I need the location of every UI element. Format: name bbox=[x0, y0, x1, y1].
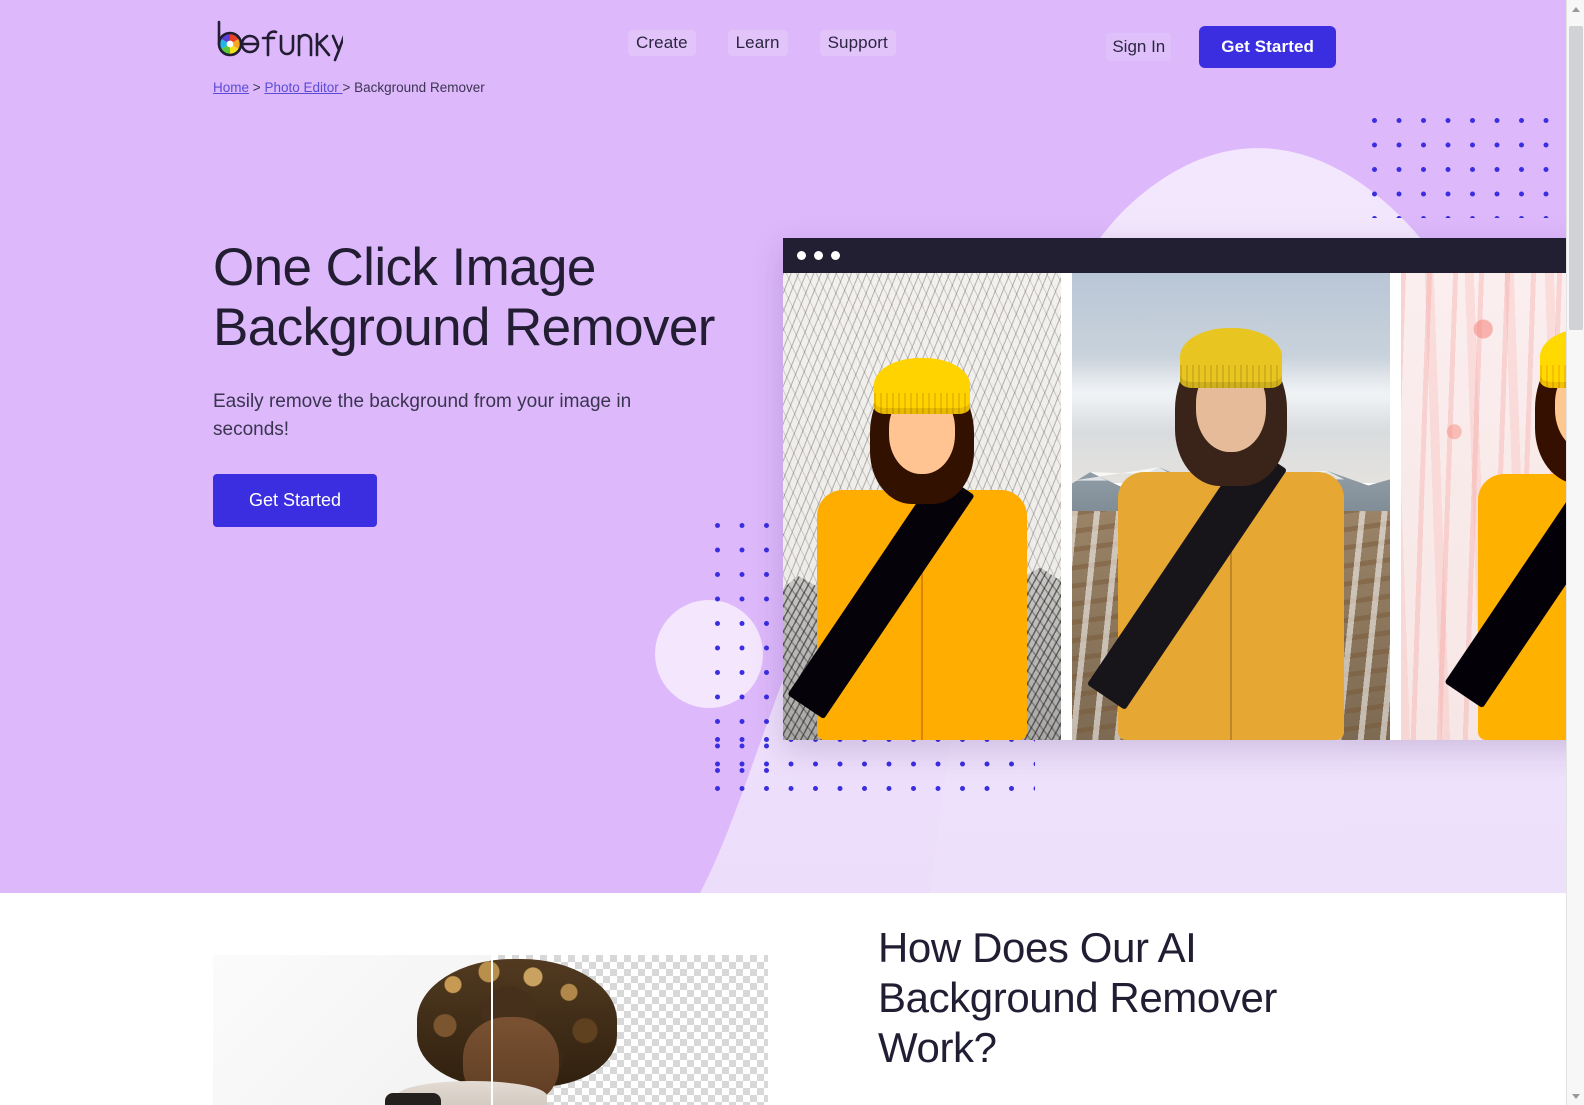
page-title: One Click Image Background Remover bbox=[213, 238, 715, 357]
browser-mockup bbox=[783, 238, 1566, 740]
sign-in-link[interactable]: Sign In bbox=[1106, 33, 1172, 61]
get-started-button-hero[interactable]: Get Started bbox=[213, 474, 378, 527]
hero-subtitle: Easily remove the background from your i… bbox=[213, 391, 632, 440]
nav-right-group: Sign In Get Started bbox=[1106, 26, 1336, 68]
breadcrumb-separator-1: > bbox=[252, 80, 261, 95]
scrollbar-thumb[interactable] bbox=[1569, 26, 1583, 330]
preview-image-pink[interactable] bbox=[1401, 273, 1566, 740]
decorative-dot-grid-top-right bbox=[1372, 118, 1566, 218]
breadcrumb-item-home[interactable]: Home bbox=[213, 80, 249, 95]
figure-woman-pink bbox=[1444, 320, 1566, 740]
comparison-divider[interactable] bbox=[490, 955, 493, 1105]
window-dot-icon-1 bbox=[797, 251, 806, 260]
vertical-scrollbar[interactable] bbox=[1566, 0, 1584, 1105]
figure-woman-sketch bbox=[787, 340, 1037, 740]
window-dot-icon-2 bbox=[814, 251, 823, 260]
nav-item-create[interactable]: Create bbox=[628, 30, 696, 56]
hero-section: Create Learn Support Sign In Get Started… bbox=[0, 0, 1566, 893]
scroll-up-button[interactable] bbox=[1567, 0, 1584, 18]
browser-title-bar bbox=[783, 238, 1566, 273]
get-started-button-header[interactable]: Get Started bbox=[1199, 26, 1336, 68]
breadcrumb-item-current: Background Remover bbox=[354, 80, 485, 95]
preview-image-sketch[interactable] bbox=[783, 273, 1061, 740]
dark-garment bbox=[385, 1093, 441, 1105]
figure-woman-original bbox=[1086, 320, 1356, 740]
decorative-dot-grid-bottom bbox=[715, 737, 1035, 799]
breadcrumb-separator-2: > bbox=[342, 80, 351, 95]
window-dot-icon-3 bbox=[831, 251, 840, 260]
nav-item-support[interactable]: Support bbox=[819, 30, 896, 56]
section-heading: How Does Our AI Background Remover Work? bbox=[878, 924, 1277, 1071]
preview-image-original[interactable] bbox=[1072, 273, 1390, 740]
breadcrumb-item-photo-editor[interactable]: Photo Editor bbox=[264, 80, 342, 95]
nav-item-learn[interactable]: Learn bbox=[727, 30, 788, 56]
before-after-comparison[interactable] bbox=[213, 955, 768, 1105]
browser-content bbox=[783, 273, 1566, 740]
chevron-up-icon bbox=[1572, 6, 1580, 12]
how-it-works-section: How Does Our AI Background Remover Work? bbox=[0, 893, 1566, 1105]
scroll-down-button[interactable] bbox=[1567, 1087, 1584, 1105]
befunky-logo[interactable] bbox=[213, 17, 343, 63]
page-viewport: Create Learn Support Sign In Get Started… bbox=[0, 0, 1566, 1105]
main-nav-links: Create Learn Support bbox=[628, 30, 896, 56]
hero-cta-wrap: Get Started bbox=[213, 474, 733, 527]
top-navigation-bar: Create Learn Support Sign In Get Started bbox=[0, 0, 1566, 88]
breadcrumb: Home > Photo Editor > Background Remover bbox=[213, 80, 485, 95]
chevron-down-icon bbox=[1572, 1093, 1580, 1099]
hero-copy-block: One Click Image Background Remover Easil… bbox=[213, 238, 733, 527]
person-curly-hair bbox=[385, 955, 649, 1105]
page-root: Create Learn Support Sign In Get Started… bbox=[0, 0, 1584, 1105]
befunky-logo-icon bbox=[217, 20, 343, 62]
